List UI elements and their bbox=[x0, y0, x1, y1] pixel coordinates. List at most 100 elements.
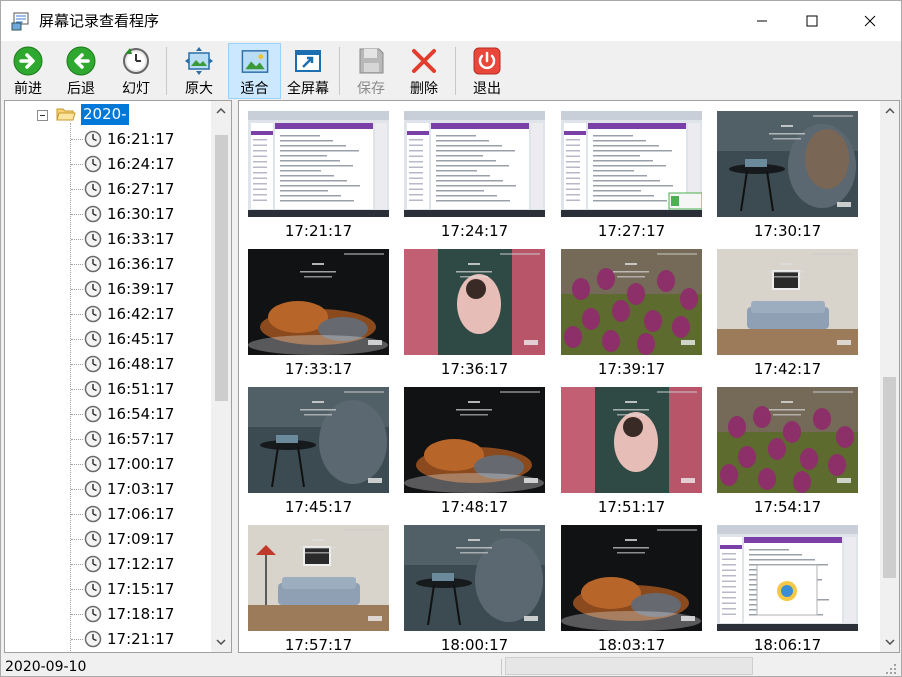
screenshot-thumbnail[interactable] bbox=[561, 249, 702, 355]
slideshow-button[interactable]: 幻灯 bbox=[115, 43, 157, 99]
scroll-down-button[interactable] bbox=[211, 632, 231, 652]
forward-label: 前进 bbox=[14, 81, 42, 97]
toolbar: 前进 后退 幻灯 原大 适合 全屏幕 保存 删除 退出 bbox=[1, 41, 901, 99]
tree-item[interactable]: 16:48:17 bbox=[5, 352, 210, 377]
thumbnail-time-label: 17:45:17 bbox=[284, 498, 353, 516]
tree-item-label: 16:57:17 bbox=[107, 430, 175, 448]
clock-icon bbox=[84, 380, 102, 398]
toolbar-separator bbox=[455, 47, 456, 95]
clock-icon bbox=[84, 505, 102, 523]
tree-item[interactable]: 17:18:17 bbox=[5, 602, 210, 627]
tree-item[interactable]: 16:39:17 bbox=[5, 277, 210, 302]
tree-item[interactable]: 17:21:17 bbox=[5, 627, 210, 652]
scroll-up-button[interactable] bbox=[880, 101, 899, 121]
scroll-thumb[interactable] bbox=[215, 135, 228, 401]
tree-item[interactable]: 17:00:17 bbox=[5, 452, 210, 477]
tree-item-label: 17:00:17 bbox=[107, 455, 175, 473]
close-button[interactable] bbox=[847, 1, 893, 41]
maximize-button[interactable] bbox=[789, 1, 835, 41]
tree-item-label: 16:51:17 bbox=[107, 380, 175, 398]
fit-window-icon bbox=[241, 50, 268, 73]
resize-grip-icon[interactable] bbox=[883, 661, 897, 675]
date-tree[interactable]: 2020-09-10 16:21:17 16:24:17 16:27:17 16:30… bbox=[4, 100, 232, 653]
screenshot-thumbnail[interactable] bbox=[248, 111, 389, 217]
tree-item[interactable]: 16:42:17 bbox=[5, 302, 210, 327]
scroll-up-button[interactable] bbox=[211, 101, 231, 121]
tree-item-label: 16:54:17 bbox=[107, 405, 175, 423]
tree-item-label: 16:33:17 bbox=[107, 230, 175, 248]
tree-guide-line bbox=[71, 539, 83, 540]
status-date: 2020-09-10 bbox=[5, 659, 87, 675]
tree-guide-line bbox=[71, 189, 83, 190]
minimize-button[interactable] bbox=[739, 1, 785, 41]
tree-guide-line bbox=[71, 439, 83, 440]
tree-guide-line bbox=[71, 614, 83, 615]
screenshot-thumbnail[interactable] bbox=[561, 525, 702, 631]
exit-button[interactable]: 退出 bbox=[466, 43, 508, 99]
tree-item[interactable]: 16:36:17 bbox=[5, 252, 210, 277]
delete-button[interactable]: 删除 bbox=[403, 43, 445, 99]
fullscreen-button[interactable]: 全屏幕 bbox=[282, 43, 334, 99]
tree-item-label: 16:36:17 bbox=[107, 255, 175, 273]
status-bar: 2020-09-10 bbox=[1, 655, 901, 676]
tree-item[interactable]: 16:45:17 bbox=[5, 327, 210, 352]
screenshot-thumbnail[interactable] bbox=[717, 525, 858, 631]
screenshot-thumbnail[interactable] bbox=[248, 525, 389, 631]
tree-item[interactable]: 17:15:17 bbox=[5, 577, 210, 602]
fullscreen-label: 全屏幕 bbox=[287, 81, 329, 97]
screenshot-thumbnail[interactable] bbox=[404, 249, 545, 355]
tree-guide-line bbox=[71, 364, 83, 365]
save-button[interactable]: 保存 bbox=[350, 43, 392, 99]
delete-x-icon bbox=[412, 49, 436, 73]
thumbnails-scrollbar[interactable] bbox=[880, 101, 899, 652]
fit-button[interactable]: 适合 bbox=[228, 43, 281, 99]
tree-item[interactable]: 16:33:17 bbox=[5, 227, 210, 252]
thumbnail-time-label: 17:57:17 bbox=[284, 636, 353, 653]
actual-size-label: 原大 bbox=[185, 81, 213, 97]
clock-icon bbox=[84, 455, 102, 473]
clock-icon bbox=[84, 555, 102, 573]
tree-guide-line bbox=[71, 239, 83, 240]
tree-item[interactable]: 16:51:17 bbox=[5, 377, 210, 402]
tree-item[interactable]: 16:21:17 bbox=[5, 127, 210, 152]
tree-root-label[interactable]: 2020-09-10 bbox=[81, 104, 129, 144]
tree-item-label: 17:21:17 bbox=[107, 630, 175, 648]
thumbnail-time-label: 17:54:17 bbox=[753, 498, 822, 516]
screenshot-thumbnail[interactable] bbox=[717, 387, 858, 493]
screenshot-thumbnail[interactable] bbox=[404, 111, 545, 217]
fit-label: 适合 bbox=[240, 81, 269, 97]
back-button[interactable]: 后退 bbox=[60, 43, 102, 99]
screenshot-thumbnail[interactable] bbox=[248, 249, 389, 355]
collapse-toggle[interactable] bbox=[37, 110, 48, 121]
tree-scrollbar[interactable] bbox=[211, 101, 231, 652]
tree-item[interactable]: 17:03:17 bbox=[5, 477, 210, 502]
screenshot-thumbnail[interactable] bbox=[404, 525, 545, 631]
screenshot-thumbnail[interactable] bbox=[561, 111, 702, 217]
scroll-down-button[interactable] bbox=[880, 632, 899, 652]
tree-item[interactable]: 17:12:17 bbox=[5, 552, 210, 577]
clock-icon bbox=[84, 355, 102, 373]
actual-size-button[interactable]: 原大 bbox=[177, 43, 221, 99]
scroll-thumb[interactable] bbox=[883, 377, 896, 578]
tree-item[interactable]: 16:54:17 bbox=[5, 402, 210, 427]
screenshot-thumbnail[interactable] bbox=[561, 387, 702, 493]
delete-label: 删除 bbox=[410, 81, 438, 97]
screenshot-thumbnail[interactable] bbox=[717, 111, 858, 217]
clock-icon bbox=[84, 430, 102, 448]
screenshot-thumbnail[interactable] bbox=[248, 387, 389, 493]
actual-size-icon bbox=[185, 47, 213, 75]
tree-item-label: 16:42:17 bbox=[107, 305, 175, 323]
tree-item[interactable]: 16:57:17 bbox=[5, 427, 210, 452]
forward-button[interactable]: 前进 bbox=[7, 43, 49, 99]
clock-icon bbox=[84, 180, 102, 198]
tree-item[interactable]: 16:24:17 bbox=[5, 152, 210, 177]
tree-item-label: 17:12:17 bbox=[107, 555, 175, 573]
tree-item[interactable]: 16:27:17 bbox=[5, 177, 210, 202]
tree-item[interactable]: 16:30:17 bbox=[5, 202, 210, 227]
tree-item[interactable]: 17:06:17 bbox=[5, 502, 210, 527]
screenshot-thumbnail[interactable] bbox=[404, 387, 545, 493]
screenshot-thumbnail[interactable] bbox=[717, 249, 858, 355]
close-icon bbox=[864, 15, 876, 27]
tree-item[interactable]: 17:09:17 bbox=[5, 527, 210, 552]
tree-guide-line bbox=[71, 414, 83, 415]
